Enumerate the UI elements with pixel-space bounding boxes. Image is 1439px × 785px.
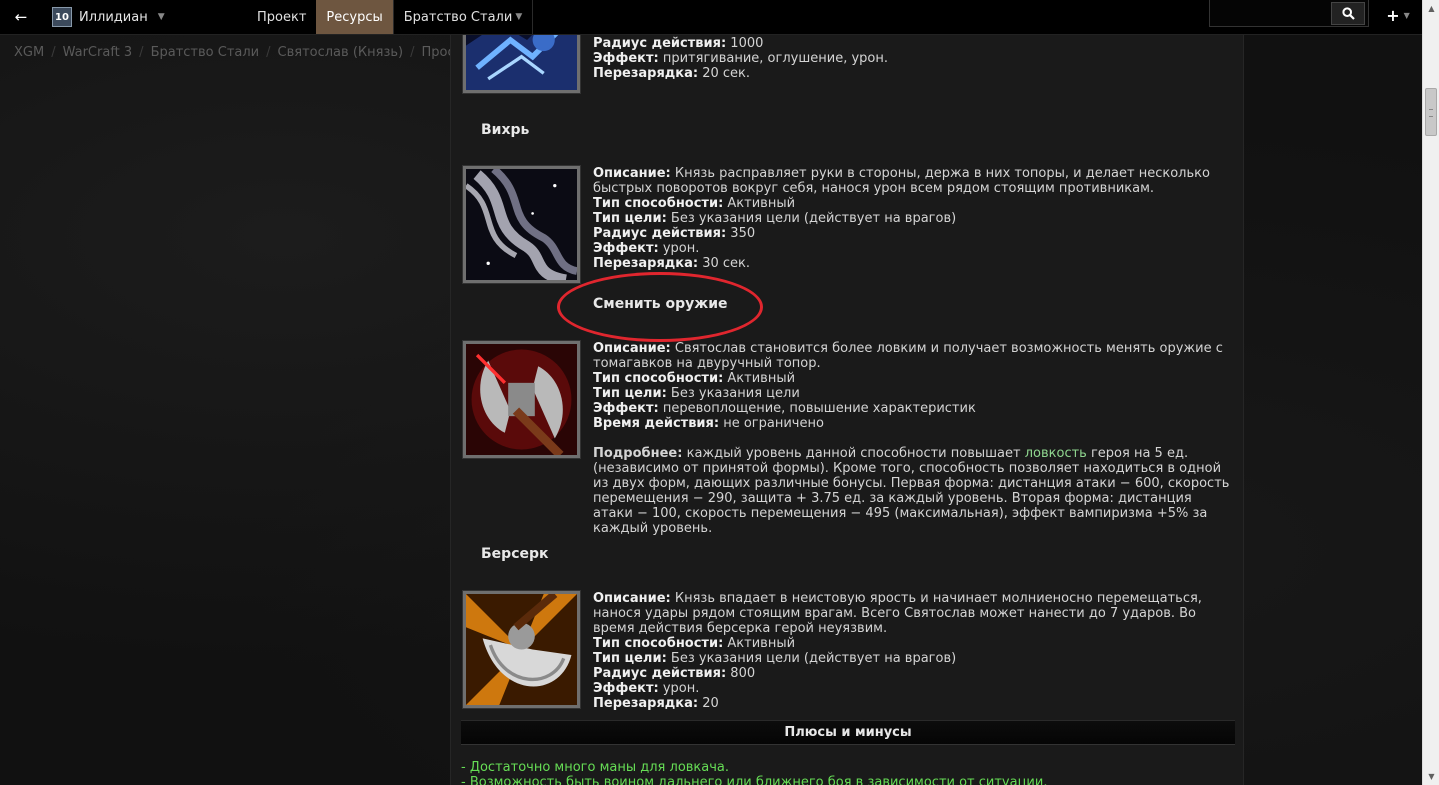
user-menu[interactable]: 10 Иллидиан ▼ <box>42 0 247 34</box>
back-arrow-icon[interactable]: ← <box>0 0 42 34</box>
scroll-thumb[interactable] <box>1425 88 1437 136</box>
add-menu-button[interactable]: + ▼ <box>1378 0 1418 30</box>
change-weapon-ability-text: Описание: Святослав становится более лов… <box>593 341 1223 431</box>
agility-link[interactable]: ловкость <box>1025 446 1087 461</box>
vortex-ability-icon <box>463 166 580 283</box>
nav-item-brotherhood[interactable]: Братство Стали ▼ <box>392 0 534 34</box>
breadcrumb-item[interactable]: XGM <box>14 45 44 60</box>
breadcrumb-item[interactable]: WarCraft 3 <box>63 45 133 60</box>
search-button[interactable] <box>1331 2 1365 25</box>
chevron-down-icon: ▼ <box>157 12 165 22</box>
main-nav: Проект Ресурсы Братство Стали ▼ <box>247 0 534 34</box>
chevron-down-icon: ▼ <box>515 12 523 22</box>
pros-cons-item: - Достаточно много маны для ловкача. <box>461 760 730 775</box>
berserk-ability-text: Описание: Князь впадает в неистовую ярос… <box>593 591 1202 711</box>
user-name: Иллидиан <box>79 9 148 25</box>
search-icon <box>1341 7 1355 20</box>
scroll-up-icon[interactable]: ▲ <box>1423 0 1439 17</box>
vortex-ability-text: Описание: Князь расправляет руки в сторо… <box>593 166 1210 271</box>
change-weapon-ability-icon <box>463 341 580 458</box>
ability-title-vortex: Вихрь <box>481 122 530 138</box>
nav-item-brotherhood-label: Братство Стали <box>403 9 513 25</box>
vertical-scrollbar[interactable]: ▲ ▼ <box>1422 0 1439 785</box>
avatar: 10 <box>52 7 72 27</box>
change-weapon-details: Подробнее: каждый уровень данной способн… <box>593 446 1230 536</box>
plus-icon: + <box>1386 5 1400 25</box>
nav-item-project[interactable]: Проект <box>247 0 316 34</box>
breadcrumb-item[interactable]: Братство Стали <box>151 45 260 60</box>
scroll-down-icon[interactable]: ▼ <box>1423 768 1439 785</box>
ability-title-berserk: Берсерк <box>481 546 549 562</box>
pros-cons-header: Плюсы и минусы <box>461 720 1235 745</box>
pros-cons-item: - Возможность быть воином дальнего или б… <box>461 775 1048 785</box>
ability-title-change-weapon: Сменить оружие <box>593 296 728 312</box>
top-ability-text: Радиус действия: 1000 Эффект: притягиван… <box>593 36 888 81</box>
nav-item-resources[interactable]: Ресурсы <box>316 0 393 34</box>
breadcrumb: XGM / WarCraft 3/ Братство Стали / Святосл… <box>14 45 465 60</box>
article-content: Радиус действия: 1000 Эффект: притягиван… <box>450 0 1244 785</box>
breadcrumb-item[interactable]: Святослав (Князь) <box>278 45 404 60</box>
chevron-down-icon: ▼ <box>1403 10 1410 20</box>
berserk-ability-icon <box>463 591 580 708</box>
